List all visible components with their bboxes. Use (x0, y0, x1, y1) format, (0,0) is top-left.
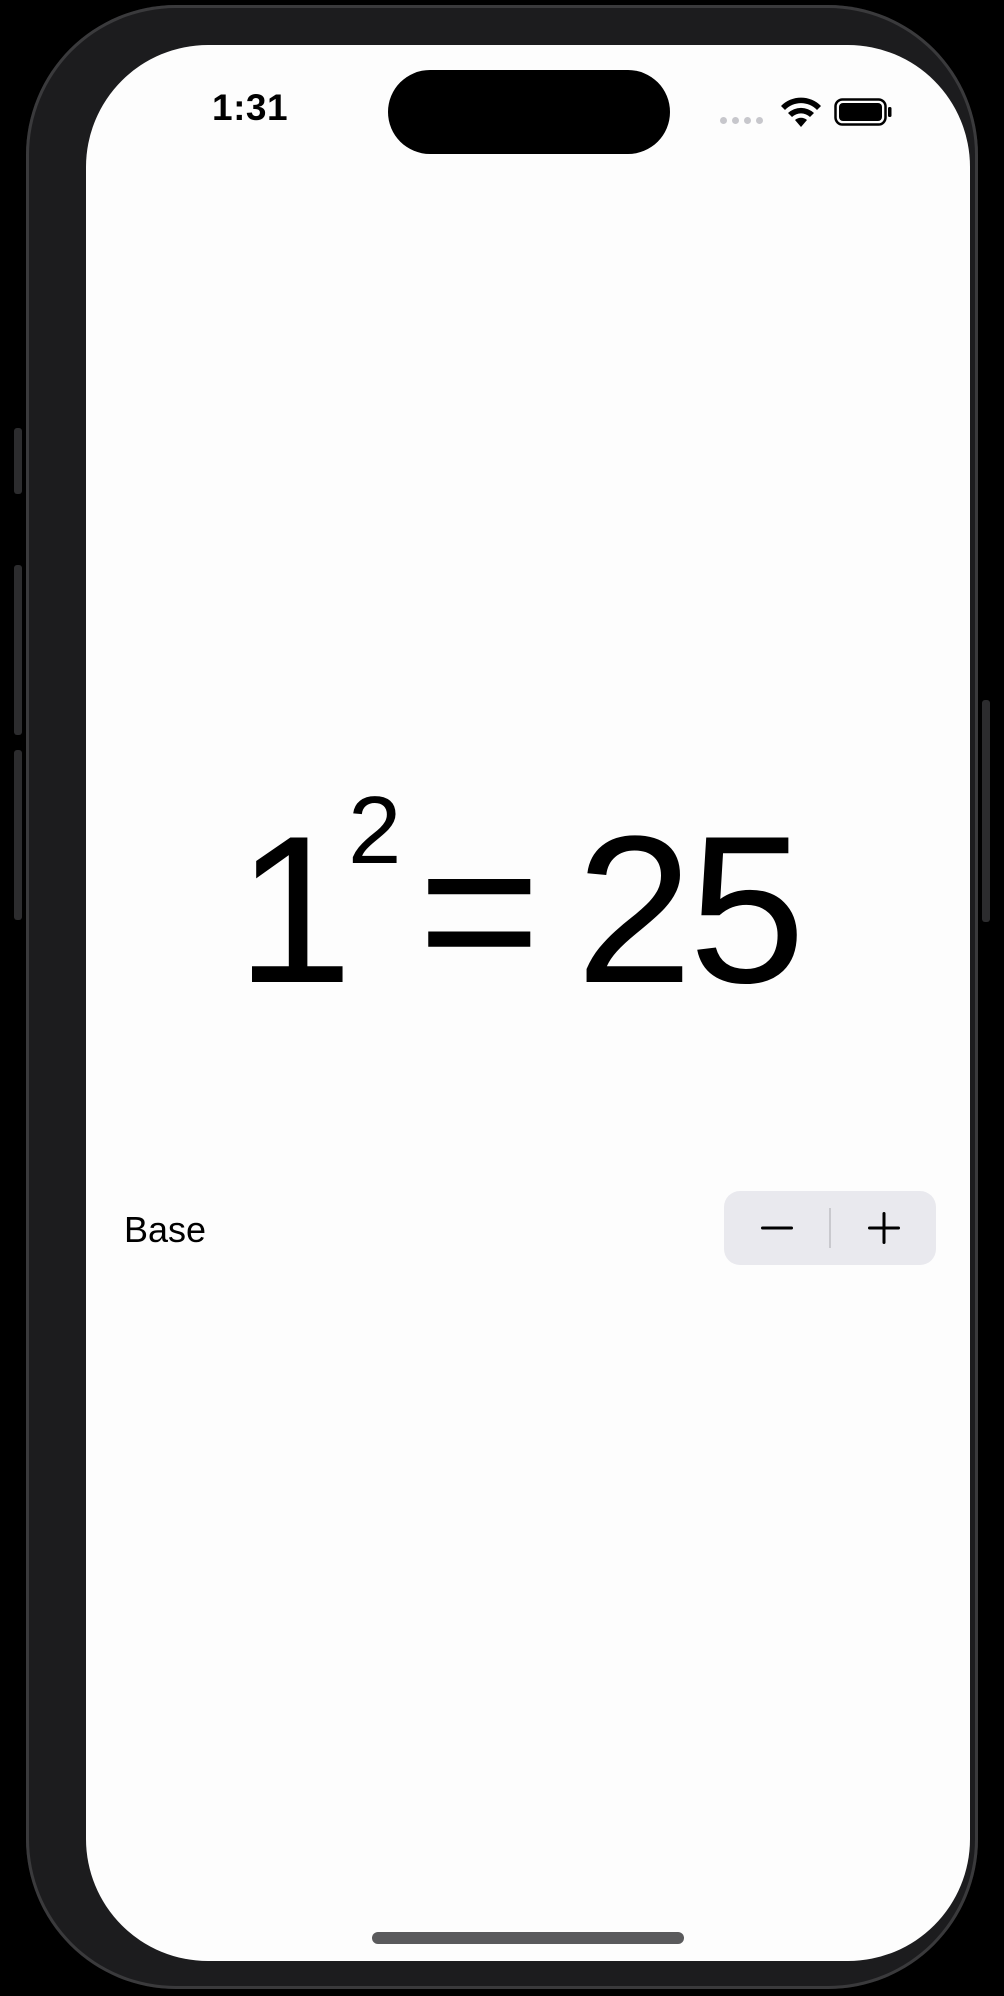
wifi-icon (781, 97, 821, 127)
minus-icon (760, 1226, 793, 1230)
equation-result: 25 (576, 792, 806, 1027)
plus-icon (867, 1212, 900, 1244)
decrement-button[interactable] (724, 1191, 829, 1265)
power-equation: 1 2 = 25 (86, 783, 970, 1065)
home-indicator[interactable] (372, 1932, 684, 1944)
equation-equals-sign: = (418, 792, 541, 1027)
app-screen: 1:31 1 2 = 25 Base (86, 45, 970, 1961)
cellular-dots-icon (720, 117, 763, 124)
phone-frame: 1:31 1 2 = 25 Base (14, 5, 990, 1989)
dynamic-island (388, 70, 670, 154)
status-bar: 1:31 (86, 45, 970, 185)
equation-base: 1 (236, 792, 353, 1027)
battery-icon (834, 98, 892, 126)
stepper-label: Base (124, 1209, 207, 1250)
silent-switch (14, 428, 22, 494)
volume-up-button (14, 565, 22, 735)
base-stepper (724, 1191, 936, 1265)
volume-down-button (14, 750, 22, 920)
increment-button[interactable] (831, 1191, 936, 1265)
base-stepper-row: Base (86, 1191, 970, 1267)
power-button (982, 700, 990, 922)
equation-exponent: 2 (348, 777, 402, 884)
status-time: 1:31 (212, 87, 289, 128)
